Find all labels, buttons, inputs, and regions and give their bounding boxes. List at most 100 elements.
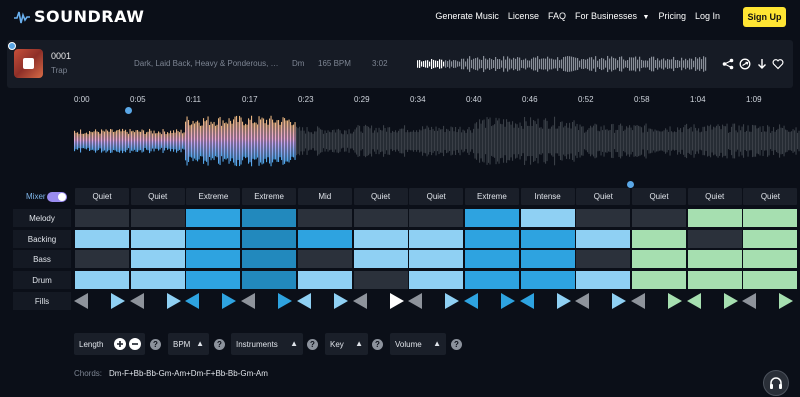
share-icon[interactable] — [722, 58, 734, 70]
fill-marker-icon[interactable] — [73, 292, 127, 310]
pad-bass[interactable] — [687, 250, 742, 268]
pad-bass[interactable] — [75, 250, 129, 268]
pad-backing[interactable] — [464, 230, 519, 248]
pad-backing[interactable] — [186, 230, 241, 248]
mixer-toggle[interactable] — [47, 192, 67, 202]
pad-backing[interactable] — [576, 230, 631, 248]
energy-cell[interactable]: Quiet — [687, 188, 742, 205]
fill-marker-icon[interactable] — [463, 292, 517, 310]
pad-melody[interactable] — [576, 209, 631, 227]
pad-melody[interactable] — [409, 209, 464, 227]
pad-drum[interactable] — [409, 271, 464, 289]
pad-bass[interactable] — [409, 250, 464, 268]
energy-cell[interactable]: Quiet — [353, 188, 408, 205]
logo[interactable]: SOUNDRAW — [13, 7, 144, 26]
shuffle-icon[interactable] — [739, 58, 751, 70]
energy-cell[interactable]: Extreme — [242, 188, 297, 205]
pad-backing[interactable] — [353, 230, 408, 248]
pad-backing[interactable] — [297, 230, 352, 248]
pad-drum[interactable] — [353, 271, 408, 289]
fill-marker-icon[interactable] — [407, 292, 461, 310]
pad-bass[interactable] — [520, 250, 575, 268]
fill-marker-icon[interactable] — [352, 292, 406, 310]
plus-icon[interactable] — [114, 338, 126, 350]
pad-backing[interactable] — [409, 230, 464, 248]
track-thumbnail[interactable] — [14, 49, 43, 78]
nav-faq[interactable]: FAQ — [548, 11, 566, 21]
pad-melody[interactable] — [632, 209, 686, 227]
pad-backing[interactable] — [75, 230, 129, 248]
pad-backing[interactable] — [632, 230, 686, 248]
nav-license[interactable]: License — [508, 11, 539, 21]
pad-drum[interactable] — [242, 271, 297, 289]
pad-melody[interactable] — [687, 209, 742, 227]
energy-cell[interactable]: Quiet — [576, 188, 631, 205]
fill-marker-icon[interactable] — [184, 292, 238, 310]
pad-bass[interactable] — [632, 250, 686, 268]
pad-backing[interactable] — [242, 230, 297, 248]
volume-control[interactable]: Volume ▲ — [390, 333, 446, 355]
pad-drum[interactable] — [297, 271, 352, 289]
pad-melody[interactable] — [743, 209, 798, 227]
mini-waveform[interactable] — [417, 54, 707, 74]
instruments-help-icon[interactable]: ? — [307, 339, 318, 350]
fill-marker-icon[interactable] — [519, 292, 573, 310]
energy-cell[interactable]: Extreme — [464, 188, 519, 205]
pad-bass[interactable] — [464, 250, 519, 268]
pad-melody[interactable] — [297, 209, 352, 227]
pad-drum[interactable] — [520, 271, 575, 289]
fill-marker-icon[interactable] — [574, 292, 628, 310]
energy-cell[interactable]: Quiet — [409, 188, 464, 205]
pad-melody[interactable] — [353, 209, 408, 227]
pad-bass[interactable] — [353, 250, 408, 268]
pad-drum[interactable] — [130, 271, 185, 289]
heart-icon[interactable] — [772, 58, 784, 70]
energy-cell[interactable]: Extreme — [186, 188, 241, 205]
pad-melody[interactable] — [242, 209, 297, 227]
bpm-help-icon[interactable]: ? — [214, 339, 225, 350]
length-control[interactable]: Length — [74, 333, 145, 355]
pad-bass[interactable] — [297, 250, 352, 268]
pad-bass[interactable] — [576, 250, 631, 268]
pad-drum[interactable] — [632, 271, 686, 289]
pad-drum[interactable] — [576, 271, 631, 289]
energy-cell[interactable]: Quiet — [130, 188, 185, 205]
nav-pricing[interactable]: Pricing — [658, 11, 686, 21]
pad-bass[interactable] — [743, 250, 798, 268]
download-icon[interactable] — [756, 58, 768, 70]
energy-cell[interactable]: Intense — [520, 188, 575, 205]
nav-generate-music[interactable]: Generate Music — [435, 11, 499, 21]
pad-backing[interactable] — [520, 230, 575, 248]
fill-marker-icon[interactable] — [630, 292, 684, 310]
pad-drum[interactable] — [186, 271, 241, 289]
nav-login[interactable]: Log In — [695, 11, 720, 21]
pad-drum[interactable] — [743, 271, 798, 289]
energy-cell[interactable]: Quiet — [743, 188, 798, 205]
energy-cell[interactable]: Quiet — [632, 188, 686, 205]
key-control[interactable]: Key ▲ — [325, 333, 368, 355]
pad-drum[interactable] — [687, 271, 742, 289]
section-marker[interactable] — [627, 181, 634, 188]
fill-marker-icon[interactable] — [686, 292, 740, 310]
pad-bass[interactable] — [130, 250, 185, 268]
pad-melody[interactable] — [464, 209, 519, 227]
fill-marker-icon[interactable] — [296, 292, 350, 310]
minus-icon[interactable] — [129, 338, 141, 350]
track-row[interactable]: 0001 Trap Dark, Laid Back, Heavy & Ponde… — [7, 40, 793, 88]
fill-marker-icon[interactable] — [129, 292, 183, 310]
energy-cell[interactable]: Mid — [297, 188, 352, 205]
pad-backing[interactable] — [743, 230, 798, 248]
fill-marker-icon[interactable] — [240, 292, 294, 310]
timeline-ruler[interactable]: 0:00 0:05 0:11 0:17 0:23 0:29 0:34 0:40 0:46 0:52… — [0, 95, 800, 107]
pad-backing[interactable] — [687, 230, 742, 248]
support-button[interactable] — [763, 370, 789, 396]
pad-melody[interactable] — [75, 209, 129, 227]
pad-bass[interactable] — [186, 250, 241, 268]
pad-bass[interactable] — [242, 250, 297, 268]
signup-button[interactable]: Sign Up — [743, 7, 786, 27]
energy-cell[interactable]: Quiet — [75, 188, 129, 205]
pad-backing[interactable] — [130, 230, 185, 248]
pad-drum[interactable] — [464, 271, 519, 289]
nav-for-businesses[interactable]: For Businesses ▼ — [575, 11, 649, 21]
pad-melody[interactable] — [186, 209, 241, 227]
